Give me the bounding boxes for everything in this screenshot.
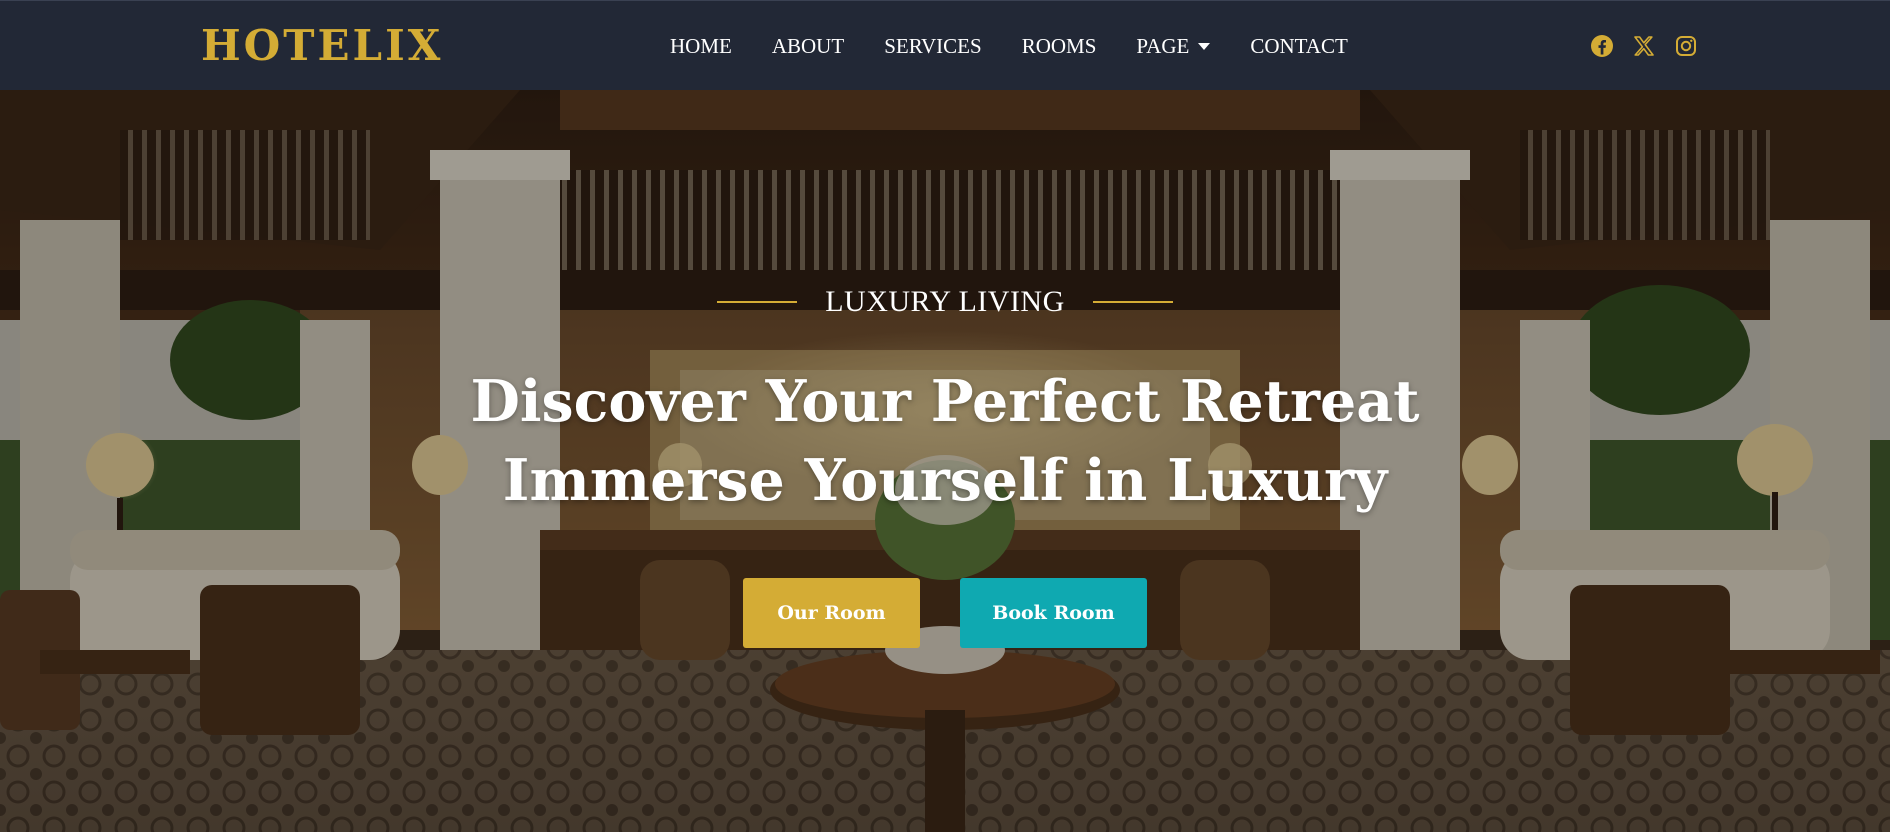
nav-item-label: HOME: [670, 34, 732, 58]
headline-line-2: Immerse Yourself in Luxury: [502, 447, 1388, 514]
nav-item-label: PAGE: [1136, 34, 1190, 58]
nav-item-home[interactable]: HOME: [670, 31, 732, 61]
caret-down-icon: [1198, 42, 1211, 50]
nav-item-rooms[interactable]: ROOMS: [1022, 31, 1097, 61]
decorative-line-left: [717, 301, 798, 303]
brand-logo[interactable]: HOTELIX: [201, 21, 443, 71]
nav-item-label: SERVICES: [884, 34, 982, 58]
nav-item-label: ROOMS: [1021, 34, 1097, 58]
hero-section: LUXURY LIVING Discover Your Perfect Retr…: [0, 90, 1890, 832]
nav-item-label: CONTACT: [1250, 34, 1348, 58]
hero-subtitle: LUXURY LIVING: [825, 285, 1065, 318]
nav-item-label: ABOUT: [771, 34, 845, 58]
main-nav: HOME ABOUT SERVICES ROOMS PAGE CONTACT: [670, 31, 1348, 61]
headline-line-1: Discover Your Perfect Retreat: [470, 368, 1420, 435]
hero-buttons: Our Room Book Room: [0, 578, 1890, 648]
social-links: [1590, 34, 1698, 58]
book-room-button[interactable]: Book Room: [960, 578, 1147, 648]
nav-item-page-dropdown[interactable]: PAGE: [1136, 31, 1211, 61]
nav-item-contact[interactable]: CONTACT: [1250, 31, 1347, 61]
hero-headline: Discover Your Perfect Retreat Immerse Yo…: [0, 362, 1890, 520]
decorative-line-right: [1092, 301, 1173, 303]
top-navbar: HOTELIX HOME ABOUT SERVICES ROOMS PAGE C…: [0, 0, 1890, 90]
facebook-icon[interactable]: [1590, 34, 1614, 58]
nav-item-services[interactable]: SERVICES: [884, 31, 982, 61]
nav-item-about[interactable]: ABOUT: [772, 31, 844, 61]
hero-subtitle-row: LUXURY LIVING: [0, 282, 1890, 322]
instagram-icon[interactable]: [1674, 34, 1698, 58]
x-twitter-icon[interactable]: [1632, 34, 1656, 58]
our-room-button[interactable]: Our Room: [743, 578, 920, 648]
